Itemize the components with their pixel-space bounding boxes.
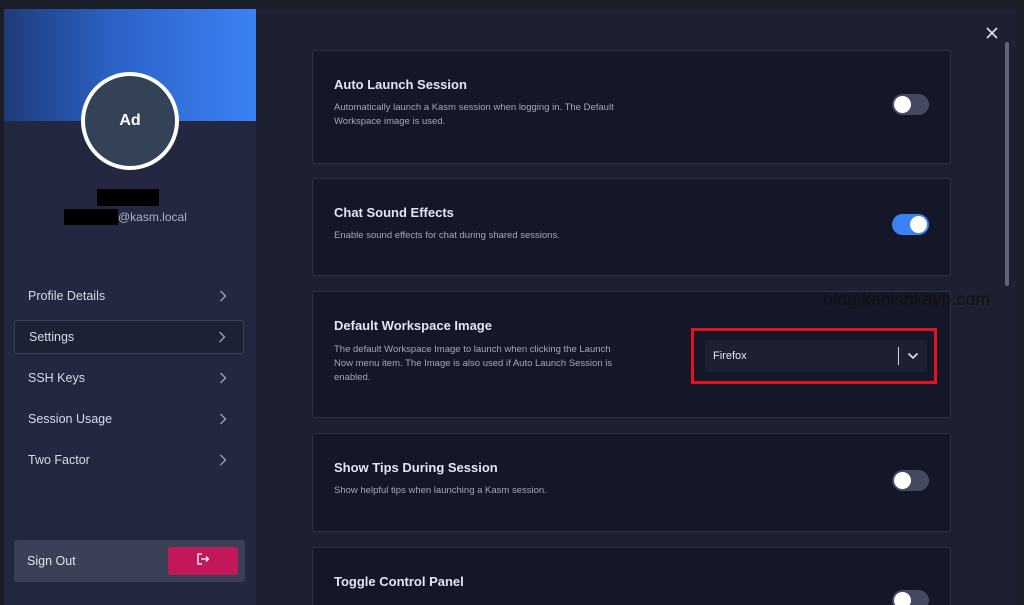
toggle-control-panel-card: Toggle Control Panel — [312, 547, 951, 605]
chevron-right-icon — [215, 330, 229, 344]
sidebar-item-two-factor[interactable]: Two Factor — [14, 443, 244, 477]
sidebar: Ad @kasm.local Profile Details Settings … — [4, 9, 256, 605]
sidebar-item-label: Session Usage — [28, 412, 113, 426]
select-separator — [898, 347, 899, 365]
avatar: Ad — [81, 72, 179, 170]
sign-out-icon — [196, 552, 210, 570]
toggle-control-panel-toggle[interactable] — [892, 590, 929, 605]
auto-launch-card: Auto Launch Session Automatically launch… — [312, 50, 951, 164]
chat-sound-toggle[interactable] — [892, 214, 929, 235]
watermark-text: blog.kanishkavb.com — [823, 289, 991, 309]
workspace-image-select[interactable]: Firefox — [705, 340, 927, 372]
chat-sound-card: Chat Sound Effects Enable sound effects … — [312, 178, 951, 276]
auto-launch-toggle[interactable] — [892, 94, 929, 115]
toggle-knob — [910, 216, 927, 233]
auto-launch-description: Automatically launch a Kasm session when… — [334, 102, 614, 127]
default-image-title: Default Workspace Image — [334, 318, 492, 333]
sidebar-item-profile-details[interactable]: Profile Details — [14, 279, 244, 313]
auto-launch-title: Auto Launch Session — [334, 77, 467, 92]
chevron-right-icon — [216, 289, 230, 303]
show-tips-title: Show Tips During Session — [334, 460, 498, 475]
show-tips-toggle[interactable] — [892, 470, 929, 491]
sign-out-bar: Sign Out — [14, 540, 245, 582]
chevron-right-icon — [216, 371, 230, 385]
sidebar-item-label: Settings — [29, 330, 75, 344]
sidebar-item-settings[interactable]: Settings — [14, 320, 244, 354]
sidebar-item-ssh-keys[interactable]: SSH Keys — [14, 361, 244, 395]
redacted-username — [97, 189, 159, 206]
sign-out-button[interactable] — [168, 547, 238, 575]
show-tips-description: Show helpful tips when launching a Kasm … — [334, 485, 547, 496]
chevron-down-icon — [907, 347, 919, 365]
chat-sound-description: Enable sound effects for chat during sha… — [334, 230, 560, 241]
sidebar-nav: Profile Details Settings SSH Keys Sessio… — [14, 279, 244, 484]
scrollbar[interactable] — [1005, 42, 1009, 286]
user-email: @kasm.local — [118, 210, 187, 224]
toggle-knob — [894, 592, 911, 605]
workspace-image-value: Firefox — [713, 350, 747, 362]
close-icon[interactable] — [984, 25, 1000, 41]
chat-sound-title: Chat Sound Effects — [334, 205, 454, 220]
chevron-right-icon — [216, 412, 230, 426]
avatar-initials: Ad — [119, 112, 141, 129]
chevron-right-icon — [216, 453, 230, 467]
toggle-knob — [894, 472, 911, 489]
default-image-description: The default Workspace Image to launch wh… — [334, 344, 613, 383]
sidebar-item-label: Profile Details — [28, 289, 106, 303]
toggle-control-panel-title: Toggle Control Panel — [334, 574, 464, 589]
sidebar-item-label: Two Factor — [28, 453, 90, 467]
sidebar-item-label: SSH Keys — [28, 371, 85, 385]
sign-out-label: Sign Out — [27, 554, 76, 568]
sidebar-item-session-usage[interactable]: Session Usage — [14, 402, 244, 436]
default-image-card: Default Workspace Image The default Work… — [312, 291, 951, 418]
show-tips-card: Show Tips During Session Show helpful ti… — [312, 433, 951, 532]
redacted-email-prefix — [64, 209, 118, 225]
toggle-knob — [894, 96, 911, 113]
